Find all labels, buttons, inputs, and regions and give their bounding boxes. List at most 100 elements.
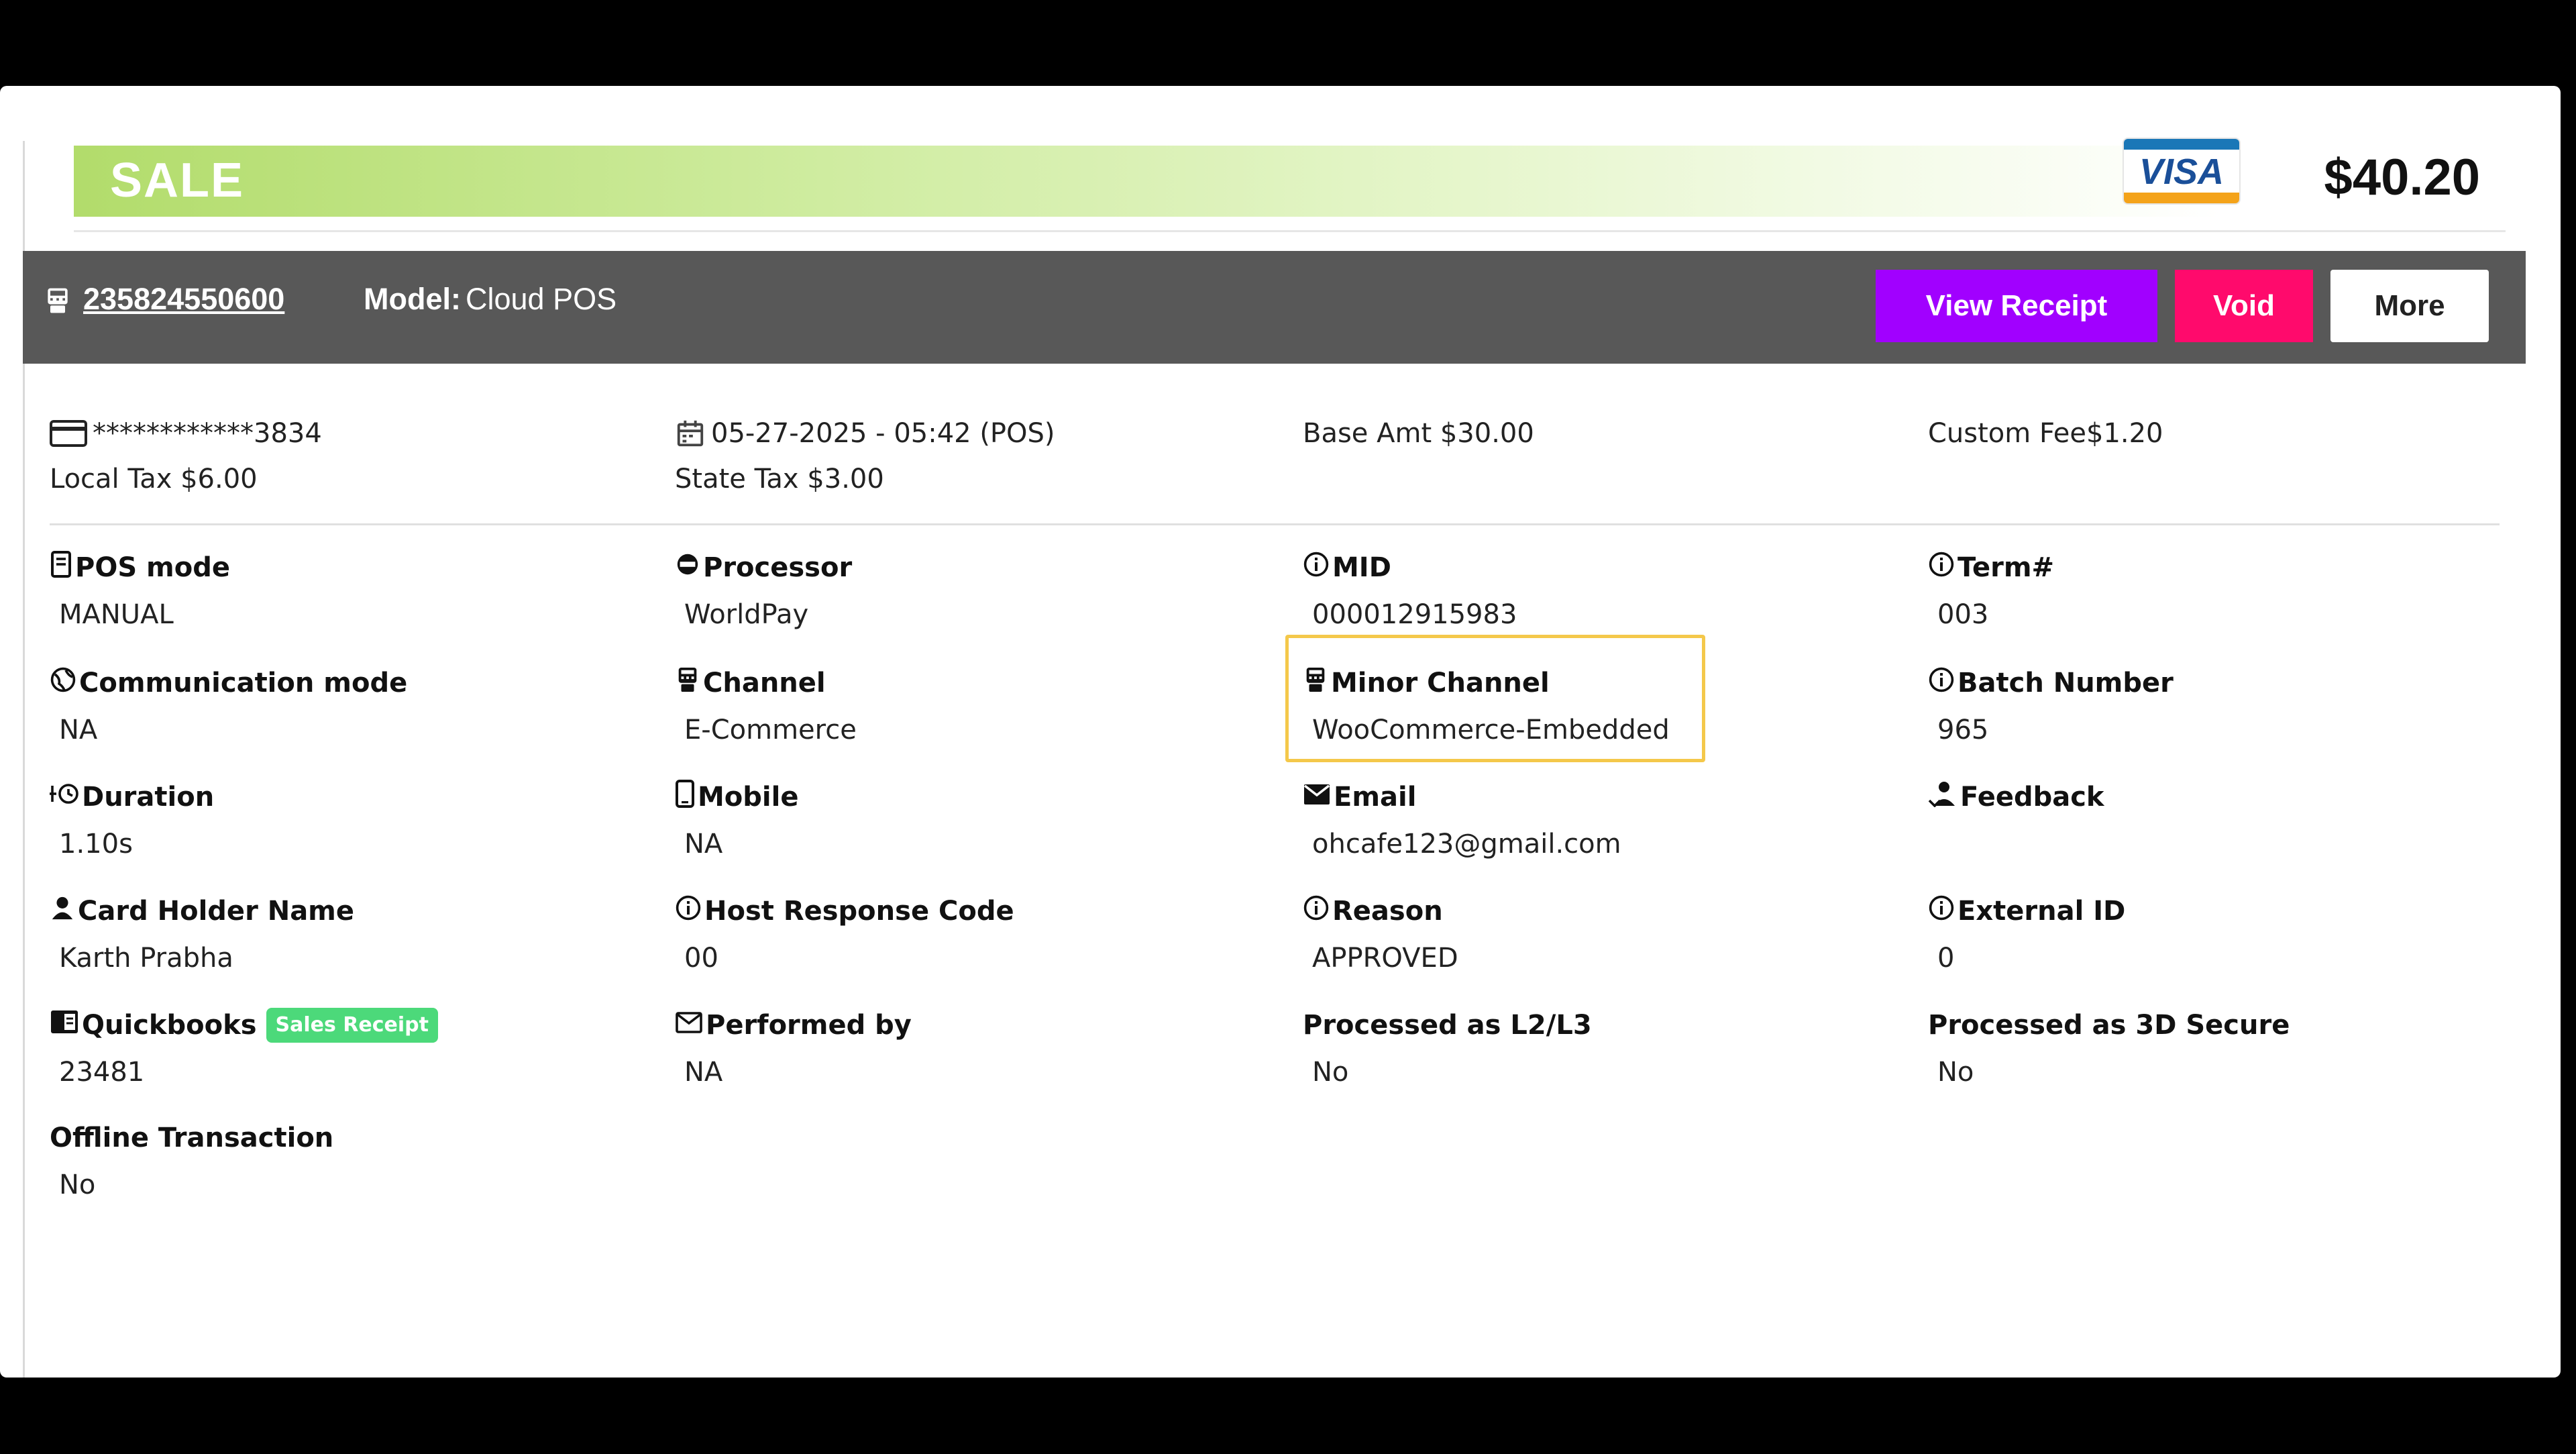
envelope-outline-icon — [675, 1010, 703, 1041]
field-feedback: Feedback — [1928, 778, 2104, 863]
field-label: Processed as L2/L3 — [1303, 1010, 1592, 1041]
void-button[interactable]: Void — [2175, 270, 2313, 342]
view-receipt-button[interactable]: View Receipt — [1876, 270, 2157, 342]
field-performed-by: Performed by NA — [675, 1006, 912, 1091]
field-batch-number: Batch Number 965 — [1928, 664, 2174, 749]
field-pos-mode: POS mode MANUAL — [50, 549, 230, 633]
sales-receipt-badge[interactable]: Sales Receipt — [266, 1008, 438, 1043]
sale-amount: $40.20 — [2324, 149, 2480, 206]
field-label: Card Holder Name — [78, 896, 354, 927]
field-label: Batch Number — [1957, 668, 2174, 698]
terminal-icon — [48, 288, 68, 313]
field-label-row: Batch Number — [1928, 664, 2174, 702]
field-label-row: Host Response Code — [675, 892, 1014, 930]
field-processed-as-3d-secure: Processed as 3D Secure No — [1928, 1006, 2290, 1091]
field-label: Channel — [703, 668, 826, 698]
minor-channel-highlight — [1285, 635, 1705, 762]
more-button[interactable]: More — [2330, 270, 2489, 342]
info-icon — [1303, 551, 1330, 584]
field-value: NA — [684, 1057, 723, 1088]
field-label-row: Feedback — [1928, 778, 2104, 816]
book-icon — [50, 1009, 79, 1041]
sale-label: SALE — [110, 154, 245, 207]
field-label-row: Quickbooks Sales Receipt — [50, 1006, 438, 1044]
field-label: Email — [1334, 782, 1417, 813]
field-value: APPROVED — [1312, 943, 1458, 974]
processor-icon — [675, 552, 700, 584]
field-label-row: External ID — [1928, 892, 2125, 930]
local-tax: Local Tax $6.00 — [50, 464, 258, 495]
summary-base: Base Amt $30.00 — [1303, 411, 1534, 456]
field-value — [1928, 825, 2104, 863]
field-label: Reason — [1332, 896, 1443, 927]
summary-row: ************3834 Local Tax $6.00 05-27-2… — [0, 411, 2576, 505]
visa-brand-text: VISA — [2139, 152, 2224, 192]
field-label: MID — [1332, 552, 1391, 583]
field-label: Mobile — [698, 782, 799, 813]
field-duration: Duration 1.10s — [50, 778, 214, 863]
field-label: Communication mode — [79, 668, 408, 698]
calendar-icon — [677, 420, 704, 447]
field-external-id: External ID 0 — [1928, 892, 2125, 977]
field-value: 23481 — [59, 1057, 145, 1088]
field-host-response-code: Host Response Code 00 — [675, 892, 1014, 977]
sale-divider — [74, 230, 2506, 232]
transaction-id-link[interactable]: 235824550600 — [83, 282, 284, 317]
field-value: 00 — [684, 943, 718, 974]
field-label-row: Performed by — [675, 1006, 912, 1044]
field-quickbooks: Quickbooks Sales Receipt 23481 — [50, 1006, 438, 1091]
field-value: NA — [59, 715, 98, 745]
field-value: MANUAL — [59, 599, 174, 630]
field-email: Email ohcafe123@gmail.com — [1303, 778, 1621, 863]
field-label-row: Card Holder Name — [50, 892, 354, 930]
transaction-header-bar: 235824550600 Model: Cloud POS View Recei… — [23, 251, 2526, 364]
field-label: Offline Transaction — [50, 1123, 334, 1153]
field-label: Processor — [703, 552, 853, 583]
base-amount: Base Amt $30.00 — [1303, 418, 1534, 449]
custom-fee: Custom Fee$1.20 — [1928, 418, 2163, 449]
bottom-letterbox — [0, 1378, 2576, 1454]
terminal-icon — [675, 666, 700, 700]
field-label-row: Reason — [1303, 892, 1458, 930]
field-processor: Processor WorldPay — [675, 549, 852, 633]
field-value: Karth Prabha — [59, 943, 233, 974]
mobile-icon — [675, 780, 695, 815]
info-icon — [1928, 551, 1955, 584]
field-card-holder-name: Card Holder Name Karth Prabha — [50, 892, 354, 977]
info-icon — [1303, 894, 1330, 928]
field-label-row: Mobile — [675, 778, 798, 816]
summary-divider — [50, 523, 2500, 525]
field-label-row: POS mode — [50, 549, 230, 586]
receipt-icon — [50, 551, 72, 584]
visa-bottom-bar — [2124, 193, 2239, 203]
field-term: Term# 003 — [1928, 549, 2054, 633]
field-label: Quickbooks — [82, 1010, 257, 1041]
field-label-row: Duration — [50, 778, 214, 816]
transaction-datetime: 05-27-2025 - 05:42 (POS) — [711, 418, 1055, 449]
visa-top-bar — [2124, 139, 2239, 150]
info-icon — [1928, 894, 1955, 928]
field-value: NA — [684, 829, 723, 860]
model-label: Model: — [364, 282, 461, 316]
field-label-row: Processed as L2/L3 — [1303, 1006, 1592, 1044]
visa-card-icon: VISA — [2123, 138, 2241, 205]
field-value: E-Commerce — [684, 715, 857, 745]
field-mobile: Mobile NA — [675, 778, 798, 863]
field-label: Duration — [82, 782, 215, 813]
person-icon — [50, 895, 75, 927]
field-label-row: Offline Transaction — [50, 1119, 333, 1157]
field-value: 965 — [1937, 715, 1989, 745]
field-label: Term# — [1957, 552, 2055, 583]
info-icon — [675, 894, 702, 928]
field-mid: MID 000012915983 — [1303, 549, 1517, 633]
field-value: 0 — [1937, 943, 1955, 974]
field-reason: Reason APPROVED — [1303, 892, 1458, 977]
info-icon — [1928, 666, 1955, 700]
field-value: 1.10s — [59, 829, 133, 860]
credit-card-icon — [50, 420, 87, 447]
field-label: POS mode — [75, 552, 230, 583]
summary-fee: Custom Fee$1.20 — [1928, 411, 2163, 456]
state-tax: State Tax $3.00 — [675, 464, 884, 495]
field-value: 003 — [1937, 599, 1989, 630]
field-value: 000012915983 — [1312, 599, 1517, 630]
